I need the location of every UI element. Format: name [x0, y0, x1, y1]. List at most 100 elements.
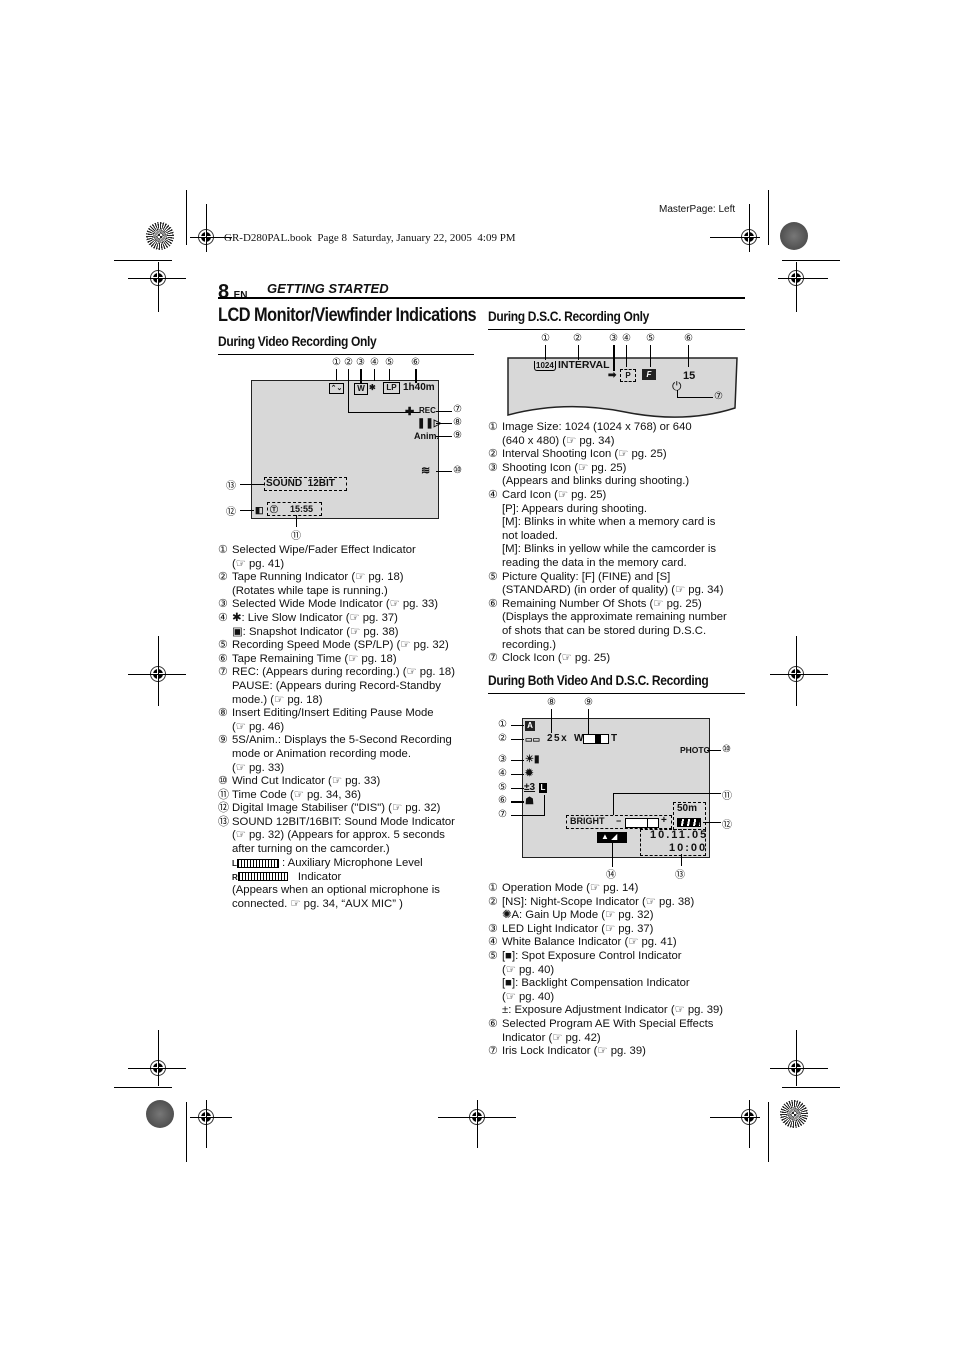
- aux-mic-block: L : Auxiliary Microphone Level R Indicat…: [218, 857, 476, 911]
- header-rule: [218, 297, 745, 299]
- list-item: ⑪ Time Code (☞ pg. 34, 36): [218, 789, 476, 803]
- crop-line: [768, 190, 769, 245]
- callout-number: ⑤: [385, 357, 394, 368]
- page-title: LCD Monitor/Viewfinder Indications: [218, 305, 477, 326]
- item-number: ①: [488, 882, 498, 894]
- leader-line: [707, 750, 721, 751]
- callout-number: ⑬: [675, 870, 685, 881]
- callout-number: ④: [498, 768, 507, 779]
- list-item: ⑩ Wind Cut Indicator (☞ pg. 33): [218, 775, 476, 789]
- list-item-continuation: (☞ pg. 46): [232, 720, 285, 733]
- section-rule: [488, 329, 745, 330]
- aux-mic-label: : Auxiliary Microphone Level: [282, 857, 423, 869]
- callout-number: ①: [498, 719, 507, 730]
- crop-line: [778, 278, 828, 279]
- dsc-section-heading: During D.S.C. Recording Only: [488, 308, 649, 324]
- list-item-continuation: (Appears and blinks during shooting.): [502, 475, 690, 488]
- leader-line: [436, 411, 452, 412]
- crop-line: [128, 278, 186, 279]
- leader-line: [296, 515, 297, 527]
- list-item-continuation: [M]: Blinks in yellow while the camcorde…: [502, 543, 717, 556]
- crop-line: [128, 674, 186, 675]
- zoom-bar: [583, 734, 609, 744]
- list-item-text: ③ Shooting Icon (☞ pg. 25): [488, 461, 627, 474]
- list-item: ③ Shooting Icon (☞ pg. 25) (Appears and bl…: [488, 462, 748, 489]
- list-item-continuation: after turning on the camcorder.): [232, 843, 390, 856]
- battery-icon: [677, 818, 701, 827]
- callout-number: ⑬: [226, 481, 236, 492]
- list-item: ② Interval Shooting Icon (☞ pg. 25): [488, 448, 748, 462]
- list-item-text: ⑤ [■]: Spot Exposure Control Indicator: [488, 949, 682, 962]
- list-item-text: ⑩ Wind Cut Indicator (☞ pg. 33): [218, 775, 381, 788]
- crop-line: [477, 1100, 478, 1148]
- wipe-fader-icon: ⌃⌄: [329, 383, 344, 394]
- list-item-text: ⑦ Iris Lock Indicator (☞ pg. 39): [488, 1045, 646, 1058]
- dsc-indicator-list: ① Image Size: 1024 (1024 x 768) or 640 (64…: [488, 421, 748, 666]
- tape-remaining: 1h40m: [403, 382, 435, 393]
- list-item: ⑥ Tape Remaining Time (☞ pg. 18): [218, 653, 476, 667]
- leader-line: [436, 423, 452, 424]
- live-slow-icon: ✱: [369, 383, 376, 392]
- item-number: ⑦: [488, 1045, 498, 1058]
- leader-line: [511, 760, 524, 761]
- aux-mic-note: (Appears when an optional microphone is: [232, 884, 440, 897]
- list-item-text: ④ White Balance Indicator (☞ pg. 41): [488, 936, 677, 949]
- left-level-meter: [236, 858, 279, 868]
- callout-number: ⑦: [453, 404, 462, 415]
- callout-number: ③: [609, 333, 618, 344]
- item-number: ⑦: [218, 666, 228, 679]
- callout-number: ④: [370, 357, 379, 368]
- crop-line: [206, 204, 207, 252]
- list-item: ⑥ Selected Program AE With Special Effect…: [488, 1018, 748, 1045]
- list-item-continuation: ✺A: Gain Up Mode (☞ pg. 32): [502, 909, 654, 922]
- list-item-text: ① Operation Mode (☞ pg. 14): [488, 882, 639, 894]
- white-balance-icon: ✹: [525, 768, 534, 779]
- list-item-continuation: (☞ pg. 40): [502, 963, 555, 976]
- crop-line: [158, 1030, 159, 1086]
- item-number: ③: [218, 598, 228, 611]
- item-number: ⑨: [218, 734, 228, 747]
- list-item-continuation: (STANDARD) (in order of quality) (☞ pg. …: [502, 584, 724, 597]
- page-header: 8 EN: [218, 281, 247, 304]
- section-rule: [488, 693, 745, 694]
- callout-number: ③: [356, 357, 365, 368]
- bright-plus: +: [661, 815, 667, 826]
- list-item: ① Image Size: 1024 (1024 x 768) or 640 (64…: [488, 421, 748, 448]
- leader-line: [511, 739, 524, 740]
- wind-cut-icon: ≋: [421, 465, 431, 477]
- shooting-arrow-icon: ➡: [608, 370, 617, 381]
- leader-line: [650, 345, 651, 367]
- list-item-text: ⑥ Selected Program AE With Special Effect…: [488, 1017, 714, 1030]
- leader-line: [688, 345, 689, 367]
- callout-number: ⑨: [584, 697, 593, 708]
- callout-number: ⑪: [291, 531, 301, 542]
- item-number: ⑥: [488, 597, 498, 610]
- list-item-text: ② [NS]: Night-Scope Indicator (☞ pg. 38): [488, 895, 695, 908]
- leader-line: [626, 345, 627, 367]
- speed-mode-badge: LP: [383, 382, 400, 394]
- crop-line: [186, 1102, 187, 1162]
- crop-line: [770, 674, 828, 675]
- both-indicator-list: ① Operation Mode (☞ pg. 14) ② [NS]: Night-S…: [488, 882, 748, 1059]
- item-number: ⑤: [488, 949, 498, 962]
- list-item-continuation: (☞ pg. 40): [502, 990, 555, 1003]
- leader-line: [544, 795, 545, 816]
- timecode-icon: Ⓣ: [270, 505, 278, 514]
- photo-indicator: PHOTO: [680, 745, 711, 755]
- list-item-text: ⑥ Remaining Number Of Shots (☞ pg. 25): [488, 597, 702, 610]
- leader-line: [677, 397, 713, 398]
- crop-line: [206, 1100, 207, 1148]
- item-number: ③: [488, 461, 498, 474]
- crop-line: [710, 237, 760, 238]
- callout-number: ④: [622, 333, 631, 344]
- sound-mode-indicator: SOUND 12BIT: [266, 478, 335, 489]
- callout-number: ⑥: [498, 795, 507, 806]
- list-item-continuation: [M]: Blinks in white when a memory card …: [502, 516, 716, 529]
- registration-star-icon: [780, 1100, 808, 1128]
- item-number: ⑬: [218, 815, 229, 828]
- list-item: ⑤ [■]: Spot Exposure Control Indicator (☞ …: [488, 950, 748, 1018]
- video-indicator-list: ① Selected Wipe/Fader Effect Indicator (☞ …: [218, 544, 476, 857]
- callout-number: ⑦: [498, 809, 507, 820]
- callout-number: ⑥: [411, 357, 420, 368]
- callout-number: ①: [541, 333, 550, 344]
